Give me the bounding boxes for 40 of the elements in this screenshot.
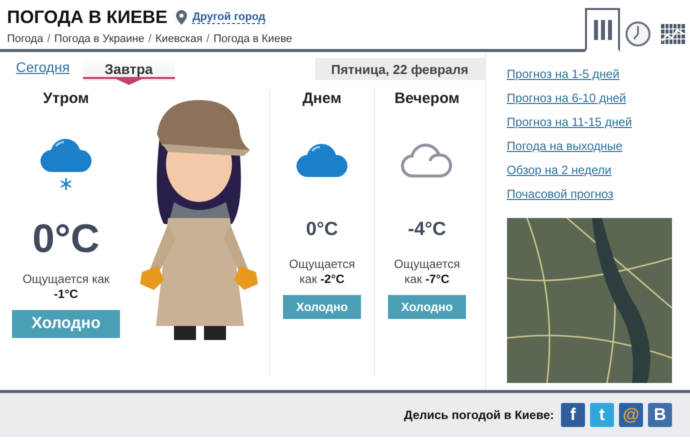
map-placeholder[interactable] <box>506 218 672 383</box>
share-label: Делись погодой в Киеве: <box>404 408 554 422</box>
day-tab[interactable]: Сегодня <box>0 55 79 81</box>
date-label: Пятница, 22 февраля <box>314 58 485 80</box>
period-name: Вечером <box>394 90 460 107</box>
share-button[interactable]: @ <box>619 403 643 427</box>
feels-like-text: Ощущается как -7°C <box>394 257 460 287</box>
forecast-link[interactable]: Прогноз на 1-5 дней <box>506 66 620 83</box>
breadcrumb-link[interactable]: Погода <box>7 33 44 45</box>
period-name: Днем <box>302 90 342 107</box>
grid-chart-icon <box>660 24 684 44</box>
weather-verdict-label: Холодно <box>388 295 466 319</box>
breadcrumb-separator: / <box>47 33 50 45</box>
columns-icon <box>592 18 612 40</box>
temperature: 0°C <box>306 219 338 241</box>
columns-view-tab[interactable] <box>585 8 620 52</box>
temperature: -4°C <box>408 219 446 241</box>
breadcrumb-link[interactable]: Погода в Украине <box>54 33 144 45</box>
breadcrumb-separator: / <box>206 33 210 45</box>
forecast-link[interactable]: Погода на выходные <box>506 138 622 155</box>
share-button[interactable]: t <box>590 403 614 427</box>
weather-verdict-label: Холодно <box>12 310 120 338</box>
forecast-link[interactable]: Почасовой прогноз <box>506 186 614 203</box>
feels-like-text: Ощущается как -1°C <box>22 272 110 302</box>
forecast-link[interactable]: Обзор на 2 недели <box>506 162 612 179</box>
breadcrumb-separator: / <box>148 33 152 45</box>
period-name: Утром <box>43 90 89 107</box>
feels-like-text: Ощущается как -2°C <box>288 257 356 287</box>
clock-icon <box>624 21 650 47</box>
location-pin-icon <box>176 10 188 25</box>
breadcrumb-link[interactable]: Погода в Киеве <box>213 33 292 45</box>
page-title: ПОГОДА В КИЕВЕ <box>7 7 168 28</box>
weather-verdict-label: Холодно <box>283 295 361 319</box>
temperature: 0°C <box>32 217 100 262</box>
share-button[interactable]: B <box>648 403 672 427</box>
forecast-link[interactable]: Прогноз на 6-10 дней <box>506 90 626 107</box>
change-city-link[interactable]: Другой город <box>192 11 266 24</box>
breadcrumb-link[interactable]: Киевская <box>155 33 202 45</box>
forecast-link[interactable]: Прогноз на 11-15 дней <box>506 114 632 131</box>
share-button[interactable]: f <box>561 403 585 427</box>
